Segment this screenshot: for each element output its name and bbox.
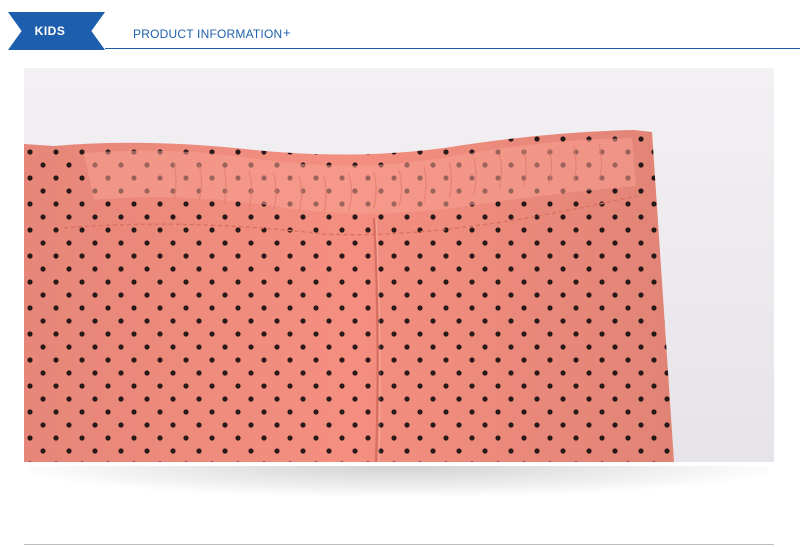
bottom-divider <box>24 544 774 545</box>
plus-icon[interactable]: + <box>283 25 291 40</box>
photo-shadow <box>30 466 768 496</box>
header-divider <box>105 48 800 49</box>
header: KIDS PRODUCT INFORMATION + <box>0 0 800 52</box>
product-photo <box>24 68 774 462</box>
product-photo-svg <box>24 68 774 462</box>
section-title: PRODUCT INFORMATION <box>133 27 283 41</box>
kids-badge: KIDS <box>8 12 105 50</box>
kids-badge-label: KIDS <box>34 24 66 38</box>
